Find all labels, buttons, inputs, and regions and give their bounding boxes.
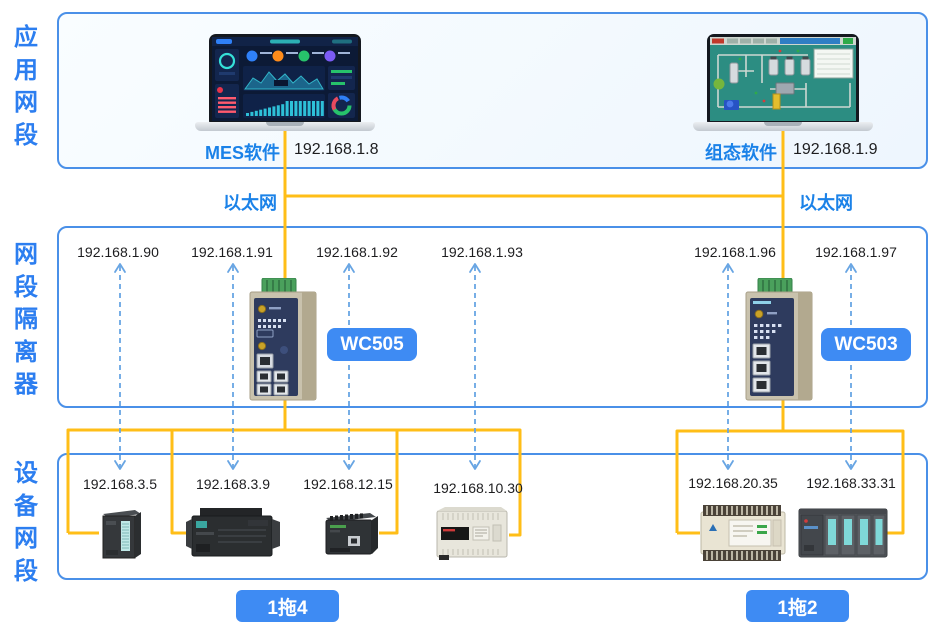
network-topology-diagram: 应用网段 网段隔离器 设备网段 xyxy=(0,0,939,634)
isolator-port-ip: 192.168.1.97 xyxy=(815,244,897,260)
application-segment-label: 应用网段 xyxy=(13,22,39,152)
plc-delta-device xyxy=(699,502,789,562)
mes-software-label: MES软件 xyxy=(170,139,280,165)
scada-ip: 192.168.1.9 xyxy=(793,141,878,159)
wc503-model-badge: WC503 xyxy=(821,328,911,361)
mes-ip: 192.168.1.8 xyxy=(294,141,379,159)
isolator-port-ip: 192.168.1.93 xyxy=(441,244,523,260)
ethernet-label-right: 以太网 xyxy=(799,189,899,215)
isolator-port-ip: 192.168.1.91 xyxy=(191,244,273,260)
wc505-model-badge: WC505 xyxy=(327,328,417,361)
device-ip: 192.168.33.31 xyxy=(806,475,896,491)
device-ip: 192.168.12.15 xyxy=(303,476,393,492)
plc-compact-device xyxy=(318,510,380,558)
ethernet-label-left: 以太网 xyxy=(177,189,277,215)
isolator-port-ip: 192.168.1.92 xyxy=(316,244,398,260)
plc-s7200-device xyxy=(186,506,280,560)
scada-software-label: 组态软件 xyxy=(667,139,777,165)
ratio-badge-1-to-2: 1拖2 xyxy=(746,590,849,622)
wc503-gateway-device xyxy=(740,278,818,402)
device-ip: 192.168.10.30 xyxy=(433,480,523,496)
device-ip: 192.168.20.35 xyxy=(688,475,778,491)
isolator-port-ip: 192.168.1.90 xyxy=(77,244,159,260)
mes-dashboard-screenshot xyxy=(212,37,358,121)
isolator-port-ip: 192.168.1.96 xyxy=(694,244,776,260)
device-ip: 192.168.3.5 xyxy=(83,476,157,492)
wc505-gateway-device xyxy=(244,278,322,402)
plc-fx-device xyxy=(435,505,511,561)
isolator-segment-label: 网段隔离器 xyxy=(13,239,39,402)
device-ip: 192.168.3.9 xyxy=(196,476,270,492)
scada-screenshot xyxy=(710,37,856,121)
device-segment-label: 设备网段 xyxy=(13,458,39,588)
ratio-badge-1-to-4: 1拖4 xyxy=(236,590,339,622)
plc-s7300-device xyxy=(97,508,143,560)
plc-qseries-device xyxy=(797,505,889,561)
